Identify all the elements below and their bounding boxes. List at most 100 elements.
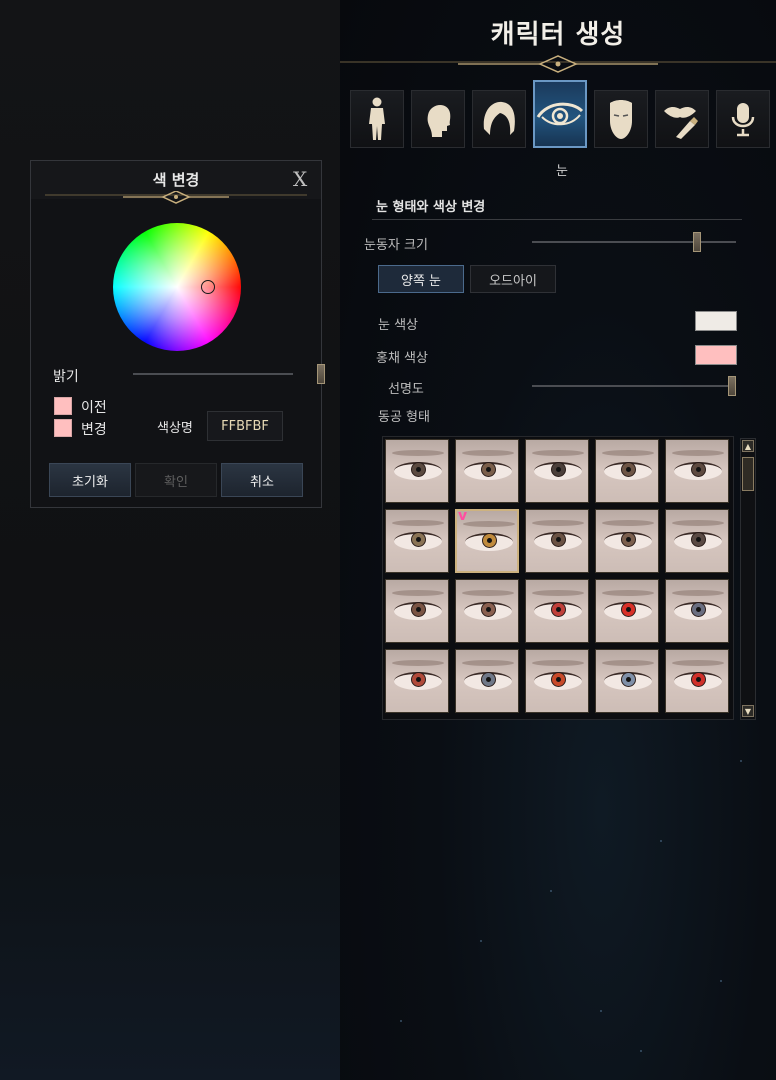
pupil (696, 467, 701, 472)
scroll-thumb[interactable] (742, 457, 754, 491)
pupil-shape-cell[interactable] (455, 439, 519, 503)
pupil-shape-cell[interactable] (665, 649, 729, 713)
color-change-dialog: 색 변경 X 밝기 이전 변경 색상명 FFBFBF 초기화 확인 취소 (30, 160, 325, 508)
eyebrow (532, 450, 584, 456)
eyebrow (392, 590, 444, 596)
pupil-shape-cell[interactable] (525, 509, 589, 573)
eyebrow (532, 660, 584, 666)
dialog-title: 색 변경 (152, 171, 200, 189)
pupil-shape-cell[interactable] (455, 579, 519, 643)
pupil (486, 467, 491, 472)
eyebrow (463, 521, 515, 527)
tab-body[interactable] (350, 90, 404, 148)
eyebrow (532, 590, 584, 596)
brightness-slider-knob[interactable] (317, 364, 325, 384)
pupil-shape-cell[interactable] (665, 579, 729, 643)
clarity-slider-knob[interactable] (728, 376, 736, 396)
eyebrow (532, 520, 584, 526)
pupil-shape-label: 동공 형태 (378, 410, 430, 425)
pupil-shape-cell[interactable] (595, 509, 659, 573)
dialog-ornament (45, 191, 307, 204)
reset-button[interactable]: 초기화 (49, 463, 131, 497)
sparkle (640, 1050, 642, 1052)
changed-color-label: 변경 (81, 422, 107, 438)
pupil (556, 537, 561, 542)
previous-color-label: 이전 (81, 400, 107, 416)
scroll-down-icon[interactable]: ▼ (742, 705, 754, 717)
iris-color-label: 홍채 색상 (376, 351, 428, 366)
pupil (486, 607, 491, 612)
eyebrow (672, 450, 724, 456)
hex-label: 색상명 (157, 421, 193, 436)
tab-eye[interactable] (533, 80, 587, 148)
eyebrow (462, 590, 514, 596)
pupil-size-slider[interactable] (532, 241, 736, 243)
lips-icon (664, 107, 698, 139)
scroll-up-icon[interactable]: ▲ (742, 440, 754, 452)
confirm-button[interactable]: 확인 (135, 463, 217, 497)
pupil-shape-cell[interactable] (525, 439, 589, 503)
body-icon (369, 97, 385, 140)
page-title: 캐릭터 생성 (490, 20, 626, 50)
previous-color-swatch (54, 397, 72, 415)
pupil (556, 607, 561, 612)
pupil-shape-cell[interactable] (525, 649, 589, 713)
color-wheel[interactable] (113, 223, 241, 351)
hair-icon (483, 101, 515, 135)
color-wheel-picker[interactable] (201, 280, 215, 294)
brightness-slider[interactable] (133, 373, 293, 375)
eye-color-swatch[interactable] (695, 311, 737, 331)
pupil (486, 677, 491, 682)
sparkle (660, 840, 662, 842)
pupil-shape-cell[interactable] (525, 579, 589, 643)
pupil (556, 677, 561, 682)
pupil (696, 677, 701, 682)
close-icon[interactable]: X (293, 167, 307, 191)
pupil-shape-cell[interactable] (385, 649, 449, 713)
face-icon (610, 100, 632, 139)
clarity-label: 선명도 (388, 382, 424, 397)
pupil-shape-cell[interactable] (385, 579, 449, 643)
iris-color-swatch[interactable] (695, 345, 737, 365)
eyebrow (462, 450, 514, 456)
tab-makeup[interactable] (655, 90, 709, 148)
sparkle (600, 1010, 602, 1012)
section-title: 눈 형태와 색상 변경 (376, 200, 486, 215)
active-tab-label: 눈 (556, 164, 568, 179)
clarity-slider[interactable] (532, 385, 736, 387)
eyebrow (672, 520, 724, 526)
pupil-shape-cell[interactable] (595, 649, 659, 713)
pupil-size-slider-knob[interactable] (692, 232, 701, 252)
pupil-grid-scrollbar[interactable]: ▲ ▼ (740, 438, 756, 720)
eyebrow (462, 660, 514, 666)
pupil (626, 537, 631, 542)
eye-icon (536, 102, 584, 126)
pupil-shape-cell[interactable] (665, 509, 729, 573)
sparkle (550, 890, 552, 892)
both-eyes-button[interactable]: 양쪽 눈 (378, 265, 464, 293)
section-divider (372, 219, 742, 220)
pupil (696, 537, 701, 542)
pupil-shape-cell[interactable] (385, 509, 449, 573)
pupil-size-label: 눈동자 크기 (364, 238, 428, 253)
pupil (626, 607, 631, 612)
odd-eye-button[interactable]: 오드아이 (470, 265, 556, 293)
pupil (416, 467, 421, 472)
pupil-shape-cell[interactable] (595, 439, 659, 503)
eye-color-label: 눈 색상 (378, 318, 419, 333)
tab-voice[interactable] (716, 90, 770, 148)
tab-head[interactable] (411, 90, 465, 148)
eyebrow (392, 660, 444, 666)
pupil-shape-cell[interactable] (665, 439, 729, 503)
selected-check-mark: v (458, 508, 468, 524)
pupil-shape-cell[interactable] (385, 439, 449, 503)
hex-input[interactable]: FFBFBF (207, 411, 283, 441)
pupil-shape-cell[interactable] (455, 649, 519, 713)
tab-face[interactable] (594, 90, 648, 148)
cancel-button[interactable]: 취소 (221, 463, 303, 497)
tab-hair[interactable] (472, 90, 526, 148)
pupil-shape-cell[interactable] (595, 579, 659, 643)
brightness-label: 밝기 (53, 369, 79, 385)
pupil (556, 467, 561, 472)
eyebrow (392, 450, 444, 456)
